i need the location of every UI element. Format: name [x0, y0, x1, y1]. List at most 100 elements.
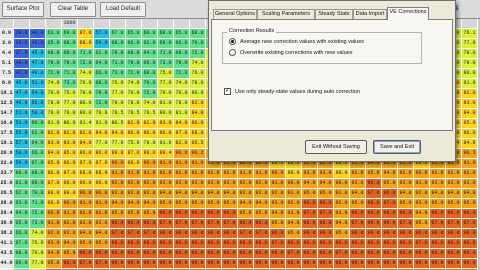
table-cell[interactable]: 90.0: [142, 159, 158, 169]
table-cell[interactable]: 63.0: [46, 29, 62, 39]
table-cell[interactable]: 95.0: [414, 219, 430, 229]
table-cell[interactable]: 92.0: [174, 169, 190, 179]
table-cell[interactable]: 93.0: [158, 179, 174, 189]
table-cell[interactable]: 79.8: [94, 109, 110, 119]
table-cell[interactable]: 85.0: [62, 149, 78, 159]
table-cell[interactable]: 94.0: [350, 189, 366, 199]
table-cell[interactable]: 45.0: [30, 49, 46, 59]
table-cell[interactable]: 91.0: [254, 169, 270, 179]
table-cell[interactable]: 47.0: [30, 59, 46, 69]
tab-scaling-parameters[interactable]: Scaling Parameters: [257, 9, 315, 19]
table-cell[interactable]: 58.0: [30, 109, 46, 119]
table-cell[interactable]: 99.0: [222, 259, 238, 269]
table-cell[interactable]: 66.0: [126, 39, 142, 49]
table-cell[interactable]: 87.0: [46, 179, 62, 189]
table-cell[interactable]: 98.0: [142, 239, 158, 249]
table-cell[interactable]: 99.0: [174, 249, 190, 259]
table-cell[interactable]: 98.0: [446, 229, 462, 239]
table-cell[interactable]: 40.0: [30, 29, 46, 39]
table-cell[interactable]: 92.0: [142, 179, 158, 189]
table-cell[interactable]: 90.0: [110, 159, 126, 169]
table-cell[interactable]: 91.0: [62, 209, 78, 219]
table-cell[interactable]: 76.0: [174, 89, 190, 99]
table-cell[interactable]: 98.0: [238, 239, 254, 249]
table-cell[interactable]: 80.0: [78, 109, 94, 119]
table-cell[interactable]: 95.0: [446, 199, 462, 209]
table-cell[interactable]: 85.0: [462, 119, 478, 129]
table-cell[interactable]: 99.0: [350, 259, 366, 269]
table-cell[interactable]: 72.0: [94, 99, 110, 109]
table-cell[interactable]: 89.4: [158, 149, 174, 159]
table-cell[interactable]: 99.0: [302, 229, 318, 239]
table-cell[interactable]: 94.0: [62, 239, 78, 249]
save-and-exit-button[interactable]: Save and Exit: [373, 140, 421, 154]
table-cell[interactable]: 71.0: [30, 199, 46, 209]
table-cell[interactable]: 79.0: [158, 89, 174, 99]
table-cell[interactable]: 92.0: [350, 169, 366, 179]
table-cell[interactable]: 94.0: [158, 189, 174, 199]
table-cell[interactable]: 94.0: [222, 189, 238, 199]
table-cell[interactable]: 97.0: [190, 219, 206, 229]
table-cell[interactable]: 54.0: [30, 89, 46, 99]
clear-table-button[interactable]: Clear Table: [50, 2, 96, 17]
table-cell[interactable]: 79.0: [46, 109, 62, 119]
table-cell[interactable]: 33.0: [14, 39, 30, 49]
table-cell[interactable]: 97.0: [222, 219, 238, 229]
table-cell[interactable]: 94.0: [414, 209, 430, 219]
table-cell[interactable]: 98.0: [398, 229, 414, 239]
table-cell[interactable]: 56.0: [30, 99, 46, 109]
table-cell[interactable]: 89.0: [126, 159, 142, 169]
steady-state-checkbox[interactable]: ✓ Use only steady-state values during aut…: [224, 88, 360, 96]
table-cell[interactable]: 80.0: [62, 119, 78, 129]
table-cell[interactable]: 94.0: [142, 199, 158, 209]
table-cell[interactable]: 90.0: [334, 179, 350, 189]
table-cell[interactable]: 70.0: [30, 189, 46, 199]
table-cell[interactable]: 87.0: [78, 159, 94, 169]
table-cell[interactable]: 93.0: [462, 179, 478, 189]
table-cell[interactable]: 94.0: [398, 189, 414, 199]
table-cell[interactable]: 99.0: [462, 239, 478, 249]
tab-steady-state[interactable]: Steady State: [315, 9, 353, 19]
table-cell[interactable]: 77.0: [62, 99, 78, 109]
table-cell[interactable]: 99.0: [174, 259, 190, 269]
table-cell[interactable]: 97.0: [302, 209, 318, 219]
table-cell[interactable]: 95.0: [126, 209, 142, 219]
table-cell[interactable]: 99.0: [126, 249, 142, 259]
table-cell[interactable]: 77.0: [94, 139, 110, 149]
table-cell[interactable]: 65.0: [126, 29, 142, 39]
table-cell[interactable]: 94.0: [110, 199, 126, 209]
table-cell[interactable]: 96.0: [190, 209, 206, 219]
table-cell[interactable]: 81.4: [78, 119, 94, 129]
table-cell[interactable]: 99.0: [174, 239, 190, 249]
table-cell[interactable]: 78.0: [78, 89, 94, 99]
table-cell[interactable]: 98.0: [254, 239, 270, 249]
table-cell[interactable]: 98.0: [270, 249, 286, 259]
table-cell[interactable]: 97.0: [414, 239, 430, 249]
table-cell[interactable]: 68.0: [62, 39, 78, 49]
table-cell[interactable]: 97.0: [286, 249, 302, 259]
table-cell[interactable]: 77.0: [158, 79, 174, 89]
table-cell[interactable]: 99.0: [110, 259, 126, 269]
table-cell[interactable]: 99.0: [398, 249, 414, 259]
table-cell[interactable]: 82.0: [174, 139, 190, 149]
table-cell[interactable]: 70.0: [110, 49, 126, 59]
table-cell[interactable]: 42.0: [14, 69, 30, 79]
table-cell[interactable]: 99.0: [446, 239, 462, 249]
table-cell[interactable]: 93.0: [302, 169, 318, 179]
table-cell[interactable]: 90.0: [270, 169, 286, 179]
table-cell[interactable]: 84.0: [174, 119, 190, 129]
table-cell[interactable]: 78.5: [142, 109, 158, 119]
table-cell[interactable]: 99.0: [110, 249, 126, 259]
table-cell[interactable]: 80.0: [158, 109, 174, 119]
table-cell[interactable]: 94.0: [238, 199, 254, 209]
table-cell[interactable]: 68.0: [46, 49, 62, 59]
table-cell[interactable]: 99.0: [366, 239, 382, 249]
table-cell[interactable]: 49.0: [30, 69, 46, 79]
table-cell[interactable]: 95.0: [110, 209, 126, 219]
table-cell[interactable]: 94.0: [94, 229, 110, 239]
table-cell[interactable]: 96.0: [302, 199, 318, 209]
table-cell[interactable]: 71.0: [62, 69, 78, 79]
table-cell[interactable]: 96.0: [78, 249, 94, 259]
table-cell[interactable]: 96.0: [174, 209, 190, 219]
table-cell[interactable]: 45.0: [14, 79, 30, 89]
